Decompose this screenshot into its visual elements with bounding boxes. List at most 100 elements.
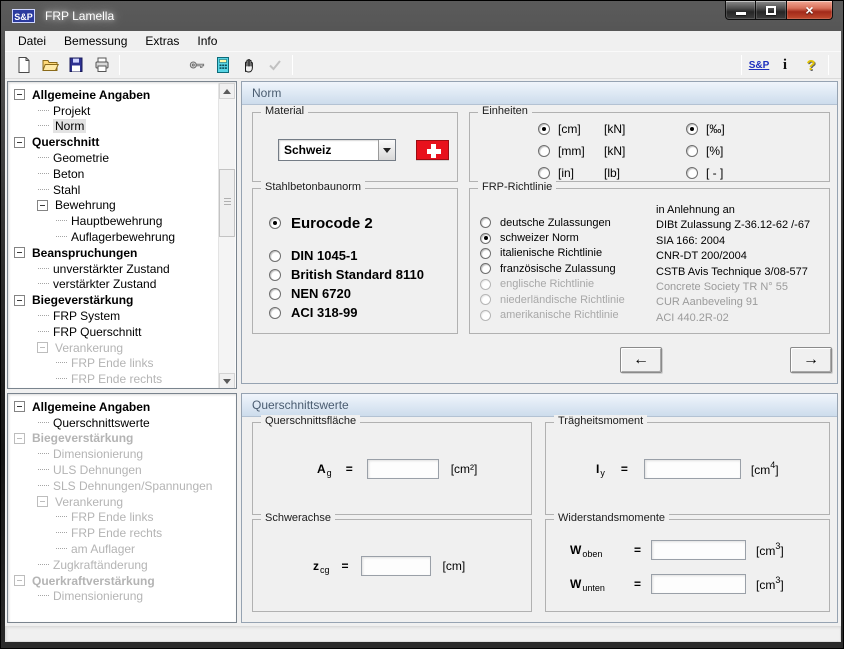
scroll-up-button[interactable] bbox=[219, 83, 235, 99]
collapse-icon[interactable] bbox=[14, 433, 25, 444]
pan-hand-button[interactable] bbox=[236, 54, 262, 77]
tree-item-frp-querschnitt[interactable]: FRP Querschnitt bbox=[8, 324, 236, 340]
info-button[interactable]: i bbox=[772, 54, 798, 77]
tree-item-frp-ende-links-2[interactable]: FRP Ende links bbox=[8, 510, 236, 526]
tree-item-frp-ende-rechts-2[interactable]: FRP Ende rechts bbox=[8, 525, 236, 541]
tree-item-am-auflager[interactable]: am Auflager bbox=[8, 541, 236, 557]
print-button[interactable] bbox=[89, 54, 115, 77]
radio-franzoesische[interactable] bbox=[480, 263, 491, 274]
sp-logo-button[interactable]: S&P bbox=[746, 54, 772, 77]
collapse-icon[interactable] bbox=[14, 137, 25, 148]
radio-option-eurocode2[interactable]: Eurocode 2 bbox=[269, 213, 457, 233]
tree-item-unverstaerkter-zustand[interactable]: unverstärkter Zustand bbox=[8, 261, 236, 277]
zcg-input[interactable] bbox=[361, 556, 431, 576]
close-button[interactable]: × bbox=[786, 1, 833, 20]
tree-item-sls-dehnungen[interactable]: SLS Dehnungen/Spannungen bbox=[8, 478, 236, 494]
radio-permille[interactable] bbox=[686, 123, 698, 135]
tree-item-querschnitt[interactable]: Querschnitt bbox=[8, 134, 236, 150]
tree-item-verstaerkter-zustand[interactable]: verstärkter Zustand bbox=[8, 277, 236, 293]
tree-item-uls-dehnungen[interactable]: ULS Dehnungen bbox=[8, 462, 236, 478]
previous-page-button[interactable]: ← bbox=[620, 347, 662, 373]
tree-item-verankerung-2[interactable]: Verankerung bbox=[8, 494, 236, 510]
tree-item-querschnittswerte[interactable]: Querschnittswerte bbox=[8, 415, 236, 431]
menu-info[interactable]: Info bbox=[188, 32, 226, 50]
menu-datei[interactable]: Datei bbox=[9, 32, 55, 50]
tree-item-bewehrung[interactable]: Bewehrung bbox=[8, 198, 236, 214]
unit-length-label[interactable]: [mm] bbox=[558, 144, 604, 158]
minimize-button[interactable] bbox=[725, 1, 756, 20]
tree-item-frp-ende-rechts[interactable]: FRP Ende rechts bbox=[8, 371, 236, 387]
tree-item-hauptbewehrung[interactable]: Hauptbewehrung bbox=[8, 213, 236, 229]
radio-italienische[interactable] bbox=[480, 248, 491, 259]
radio-schweizer[interactable] bbox=[480, 233, 491, 244]
tree-scrollbar[interactable] bbox=[218, 83, 235, 389]
tree-item-verankerung[interactable]: Verankerung bbox=[8, 340, 236, 356]
tree-item-projekt[interactable]: Projekt bbox=[8, 103, 236, 119]
unit-ratio-label[interactable]: [‰] bbox=[706, 122, 725, 136]
tree-item-norm[interactable]: Norm bbox=[8, 119, 236, 135]
maximize-button[interactable] bbox=[756, 1, 786, 20]
collapse-icon[interactable] bbox=[37, 200, 48, 211]
radio-eurocode2[interactable] bbox=[269, 217, 281, 229]
radio-deutsche[interactable] bbox=[480, 217, 491, 228]
help-button[interactable]: ? bbox=[798, 54, 824, 77]
unit-length-label[interactable]: [in] bbox=[558, 166, 604, 180]
iy-input[interactable] bbox=[644, 459, 741, 479]
radio-unitless[interactable] bbox=[686, 167, 698, 179]
collapse-icon[interactable] bbox=[14, 247, 25, 258]
new-document-button[interactable] bbox=[11, 54, 37, 77]
tree-item-querkraftverstaerkung[interactable]: Querkraftverstärkung bbox=[8, 573, 236, 589]
tree-item-dimensionierung[interactable]: Dimensionierung bbox=[8, 446, 236, 462]
tree-item-allgemeine-angaben-2[interactable]: Allgemeine Angaben bbox=[8, 399, 236, 415]
collapse-icon[interactable] bbox=[14, 89, 25, 100]
scrollbar-thumb[interactable] bbox=[219, 169, 235, 237]
radio-nen6720[interactable] bbox=[269, 288, 281, 300]
menu-bemessung[interactable]: Bemessung bbox=[55, 32, 136, 50]
radio-option-nen-6720[interactable]: NEN 6720 bbox=[269, 284, 457, 303]
tree-item-geometrie[interactable]: Geometrie bbox=[8, 150, 236, 166]
collapse-icon[interactable] bbox=[14, 575, 25, 586]
tree-item-beton[interactable]: Beton bbox=[8, 166, 236, 182]
tree-item-stahl[interactable]: Stahl bbox=[8, 182, 236, 198]
open-file-button[interactable] bbox=[37, 54, 63, 77]
confirm-button[interactable] bbox=[262, 54, 288, 77]
radio-in-lb[interactable] bbox=[538, 167, 550, 179]
unit-length-label[interactable]: [cm] bbox=[558, 122, 604, 136]
menu-extras[interactable]: Extras bbox=[136, 32, 188, 50]
unit-ratio-label[interactable]: [ - ] bbox=[706, 166, 723, 180]
radio-aci318[interactable] bbox=[269, 307, 281, 319]
material-combobox[interactable]: Schweiz bbox=[278, 139, 396, 161]
w-oben-input[interactable] bbox=[651, 540, 746, 560]
tree-item-allgemeine-angaben[interactable]: Allgemeine Angaben bbox=[8, 87, 236, 103]
w-unten-input[interactable] bbox=[651, 574, 746, 594]
tree-item-frp-system[interactable]: FRP System bbox=[8, 308, 236, 324]
tree-item-dimensionierung-2[interactable]: Dimensionierung bbox=[8, 589, 236, 605]
calculator-button[interactable] bbox=[210, 54, 236, 77]
tree-item-zugkraftaenderung[interactable]: Zugkraftänderung bbox=[8, 557, 236, 573]
radio-option-bs-8110[interactable]: British Standard 8110 bbox=[269, 265, 457, 284]
radio-cm-kn[interactable] bbox=[538, 123, 550, 135]
save-button[interactable] bbox=[63, 54, 89, 77]
radio-mm-kn[interactable] bbox=[538, 145, 550, 157]
unit-ratio-label[interactable]: [%] bbox=[706, 144, 723, 158]
ag-input[interactable] bbox=[367, 459, 439, 479]
collapse-icon[interactable] bbox=[37, 496, 48, 507]
scroll-down-button[interactable] bbox=[219, 373, 235, 389]
radio-bs8110[interactable] bbox=[269, 269, 281, 281]
tree-item-frp-ende-links[interactable]: FRP Ende links bbox=[8, 356, 236, 372]
collapse-icon[interactable] bbox=[37, 342, 48, 353]
tree-item-biegeverstaerkung-2[interactable]: Biegeverstärkung bbox=[8, 431, 236, 447]
radio-percent[interactable] bbox=[686, 145, 698, 157]
swiss-flag-icon[interactable] bbox=[416, 140, 449, 160]
collapse-icon[interactable] bbox=[14, 401, 25, 412]
tree-item-beanspruchungen[interactable]: Beanspruchungen bbox=[8, 245, 236, 261]
radio-option-aci-318-99[interactable]: ACI 318-99 bbox=[269, 303, 457, 322]
tree-item-auflagerbewehrung[interactable]: Auflagerbewehrung bbox=[8, 229, 236, 245]
title-bar[interactable]: S&P FRP Lamella × bbox=[1, 1, 843, 31]
radio-din[interactable] bbox=[269, 250, 281, 262]
next-page-button[interactable]: → bbox=[790, 347, 832, 373]
radio-option-din-1045-1[interactable]: DIN 1045-1 bbox=[269, 246, 457, 265]
tree-item-biegeverstaerkung[interactable]: Biegeverstärkung bbox=[8, 292, 236, 308]
license-key-button[interactable] bbox=[184, 54, 210, 77]
collapse-icon[interactable] bbox=[14, 295, 25, 306]
